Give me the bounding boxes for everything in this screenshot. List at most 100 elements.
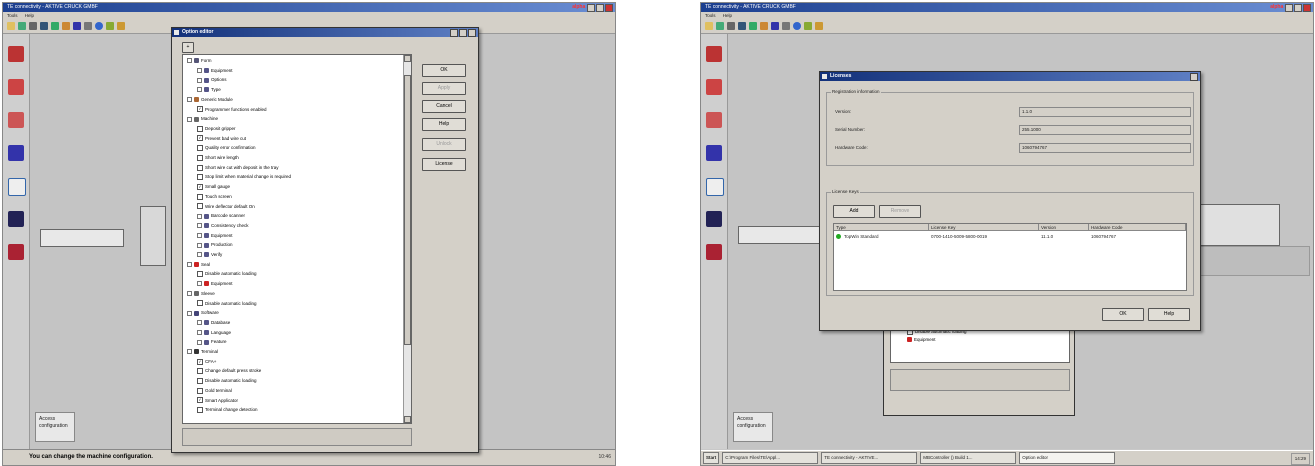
- stats-icon[interactable]: [8, 211, 24, 227]
- tree-node[interactable]: Machine: [187, 115, 218, 122]
- arrow-icon[interactable]: [716, 22, 724, 30]
- tree-node[interactable]: Language: [197, 329, 231, 336]
- tree-node[interactable]: Terminal: [187, 348, 218, 355]
- close-button[interactable]: [1190, 73, 1198, 81]
- access-configuration[interactable]: Access configuration: [35, 412, 75, 442]
- machine-panel[interactable]: [1198, 204, 1280, 246]
- scroll-thumb[interactable]: [404, 75, 411, 345]
- refresh-icon[interactable]: [782, 22, 790, 30]
- license-button[interactable]: License: [422, 158, 466, 171]
- tree-node[interactable]: Barcode scanner: [197, 212, 245, 219]
- maximize-button[interactable]: [596, 4, 604, 12]
- minimize-button[interactable]: [450, 29, 458, 37]
- tree-node[interactable]: Database: [197, 319, 230, 326]
- option-checkbox[interactable]: Wire deflector default On: [197, 203, 255, 210]
- help-button[interactable]: Help: [1148, 308, 1190, 321]
- option-checkbox[interactable]: Stop limit when material change is requi…: [197, 173, 291, 181]
- maximize-button[interactable]: [1294, 4, 1302, 12]
- option-checkbox[interactable]: Disable automatic loading: [197, 377, 257, 384]
- task-explorer[interactable]: C:\Program Files\TE\Appl...: [722, 452, 819, 464]
- process-icon[interactable]: [8, 112, 24, 128]
- option-checkbox[interactable]: ✓ Programmer functions enabled: [197, 106, 267, 113]
- unlock-button[interactable]: Unlock: [422, 138, 466, 151]
- option-checkbox[interactable]: ✓ CFA+: [197, 358, 216, 365]
- column-version[interactable]: Version: [1039, 224, 1089, 231]
- option-checkbox[interactable]: Change default press stroke: [197, 367, 261, 375]
- option-checkbox[interactable]: Gold terminal: [197, 387, 232, 394]
- tree-node[interactable]: Feature: [197, 338, 227, 345]
- tree-node[interactable]: Equipment: [907, 336, 936, 343]
- tree-node[interactable]: Software: [187, 309, 219, 316]
- option-checkbox[interactable]: ✓ Smart Applicator: [197, 397, 238, 404]
- tree-node[interactable]: Equipment: [197, 280, 233, 287]
- tree-scrollbar[interactable]: [403, 55, 411, 423]
- settings-icon[interactable]: [804, 22, 812, 30]
- new-icon[interactable]: [705, 22, 713, 30]
- chart-icon[interactable]: [706, 178, 724, 196]
- info-icon[interactable]: [95, 22, 103, 30]
- arrow-icon[interactable]: [18, 22, 26, 30]
- remove-button[interactable]: Remove: [879, 205, 921, 218]
- add-button[interactable]: Add: [833, 205, 875, 218]
- cancel-button[interactable]: Cancel: [422, 100, 466, 113]
- gripper-icon[interactable]: [706, 46, 722, 62]
- tree-node[interactable]: Form: [187, 57, 212, 64]
- stats-icon[interactable]: [706, 211, 722, 227]
- settings-icon[interactable]: [106, 22, 114, 30]
- gripper-icon[interactable]: [8, 46, 24, 62]
- pencil-icon[interactable]: [760, 22, 768, 30]
- expand-all-button[interactable]: +: [182, 42, 194, 53]
- column-hardware-code[interactable]: Hardware Code: [1089, 224, 1186, 231]
- close-button[interactable]: [605, 4, 613, 12]
- print-icon[interactable]: [29, 22, 37, 30]
- network-icon[interactable]: [749, 22, 757, 30]
- menu-help[interactable]: Help: [723, 13, 732, 18]
- apply-button[interactable]: Apply: [422, 82, 466, 95]
- option-checkbox[interactable]: Quality error confirmation: [197, 144, 256, 152]
- machine-icon[interactable]: [706, 79, 722, 95]
- save-icon[interactable]: [40, 22, 48, 30]
- access-configuration[interactable]: Access configuration: [733, 412, 773, 442]
- ok-button[interactable]: OK: [422, 64, 466, 77]
- tool-icon[interactable]: [8, 145, 24, 161]
- close-button[interactable]: [1303, 4, 1311, 12]
- info-icon[interactable]: [793, 22, 801, 30]
- tree-node[interactable]: Sleeve: [187, 290, 215, 297]
- tree-node[interactable]: Verify: [197, 251, 222, 258]
- machine-icon[interactable]: [8, 79, 24, 95]
- print-icon[interactable]: [727, 22, 735, 30]
- maximize-button[interactable]: [459, 29, 467, 37]
- user-icon[interactable]: [815, 22, 823, 30]
- tree-node[interactable]: Production: [197, 241, 233, 248]
- minimize-button[interactable]: [587, 4, 595, 12]
- tree-node[interactable]: Equipment: [197, 67, 233, 74]
- new-icon[interactable]: [7, 22, 15, 30]
- option-checkbox[interactable]: Terminal change detection: [197, 406, 258, 413]
- machine-diagram[interactable]: [738, 226, 822, 244]
- refresh-icon[interactable]: [84, 22, 92, 30]
- process-icon[interactable]: [706, 112, 722, 128]
- column-license-key[interactable]: License Key: [929, 224, 1039, 231]
- menu-help[interactable]: Help: [25, 13, 34, 18]
- scroll-up-button[interactable]: [404, 55, 411, 62]
- option-checkbox[interactable]: Disable automatic loading: [197, 270, 257, 278]
- option-checkbox[interactable]: Short wire length: [197, 154, 239, 161]
- tree-node[interactable]: Type: [197, 86, 221, 93]
- book-icon[interactable]: [8, 244, 24, 260]
- option-checkbox[interactable]: Short wire cut with deposit in the tray: [197, 164, 279, 171]
- book-icon[interactable]: [706, 244, 722, 260]
- tree-node[interactable]: Consistency check: [197, 222, 249, 229]
- delete-icon[interactable]: [73, 22, 81, 30]
- network-icon[interactable]: [51, 22, 59, 30]
- task-mbcontroller[interactable]: MBController () Build 1...: [920, 452, 1017, 464]
- delete-icon[interactable]: [771, 22, 779, 30]
- help-button[interactable]: Help: [422, 118, 466, 131]
- task-option-editor[interactable]: Option editor: [1019, 452, 1116, 464]
- machine-diagram[interactable]: [40, 229, 124, 247]
- option-checkbox[interactable]: Disable automatic loading: [197, 300, 257, 307]
- option-checkbox[interactable]: Touch screen: [197, 193, 232, 200]
- tree-node[interactable]: Options: [197, 76, 227, 83]
- machine-module[interactable]: [140, 206, 166, 266]
- tool-icon[interactable]: [706, 145, 722, 161]
- option-checkbox[interactable]: ✓ Small gauge: [197, 183, 230, 190]
